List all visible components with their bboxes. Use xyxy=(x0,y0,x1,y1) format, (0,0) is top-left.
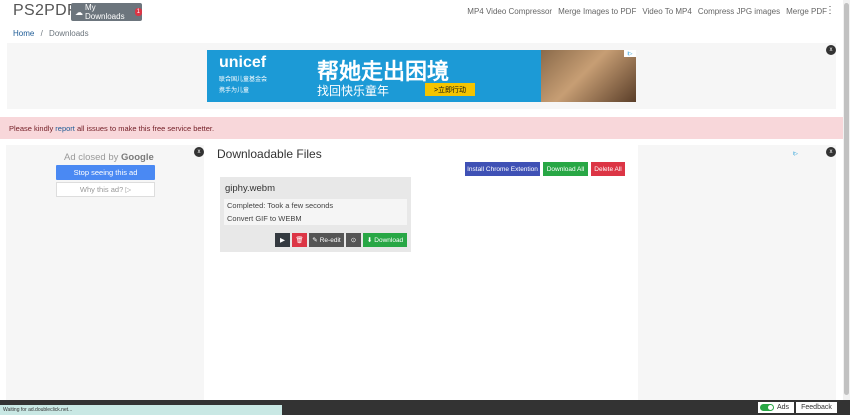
cloud-download-icon: ☁ xyxy=(75,7,83,17)
breadcrumb-current: Downloads xyxy=(49,29,89,38)
right-adchoices-icon[interactable]: i▷ xyxy=(793,151,798,157)
ad-child-photo xyxy=(541,50,636,102)
ads-label: Ads xyxy=(777,404,790,411)
download-label: Download xyxy=(374,236,404,244)
breadcrumb-home[interactable]: Home xyxy=(13,29,34,38)
trash-icon: 🗑 xyxy=(295,237,304,244)
nav-link-merge-images[interactable]: Merge Images to PDF xyxy=(558,7,636,16)
brand-logo[interactable]: PS2PDF xyxy=(13,2,77,20)
downloads-count-badge: 1 xyxy=(134,8,142,16)
kebab-menu-icon[interactable]: ⋮ xyxy=(825,5,835,16)
right-ad-close-button[interactable]: x xyxy=(826,147,836,157)
adchoices-icon[interactable]: i▷ xyxy=(624,50,636,57)
stop-seeing-ad-button[interactable]: Stop seeing this ad xyxy=(56,165,155,180)
nav-link-mp4-compressor[interactable]: MP4 Video Compressor xyxy=(467,7,552,16)
page-title: Downloadable Files xyxy=(217,147,322,161)
file-card: giphy.webm Completed: Took a few seconds… xyxy=(220,177,411,252)
feedback-button[interactable]: Feedback xyxy=(796,402,837,413)
unicef-banner-ad[interactable]: unicef 联合国儿童基金会 携手为儿童 帮她走出困境 找回快乐童年 >立即行… xyxy=(207,50,636,102)
why-this-ad-button[interactable]: Why this ad? ▷ xyxy=(56,182,155,197)
unicef-logo: unicef xyxy=(219,54,267,71)
preview-button[interactable]: ⊙ xyxy=(346,233,361,247)
file-operation: Convert GIF to WEBM xyxy=(224,212,407,225)
play-icon: ▶ xyxy=(280,237,285,244)
delete-all-button[interactable]: Delete All xyxy=(591,162,625,176)
alert-text-before: Please kindly xyxy=(9,124,56,133)
ad-closed-text: Ad closed by Google xyxy=(64,152,154,163)
my-downloads-button[interactable]: ☁ My Downloads 1 xyxy=(71,3,142,21)
toggle-switch-icon xyxy=(760,404,774,411)
install-chrome-extension-button[interactable]: Install Chrome Extention xyxy=(465,162,540,176)
report-link[interactable]: report xyxy=(55,124,75,133)
reedit-label: Re-edit xyxy=(319,236,341,244)
nav-link-merge-pdf[interactable]: Merge PDF xyxy=(786,7,827,16)
download-all-button[interactable]: Download All xyxy=(543,162,588,176)
ads-toggle[interactable]: Ads xyxy=(758,402,794,413)
download-file-button[interactable]: ⬇ Download xyxy=(363,233,407,247)
delete-file-button[interactable]: 🗑 xyxy=(292,233,307,247)
google-logo: Google xyxy=(121,152,154,163)
report-alert: Please kindly report all issues to make … xyxy=(0,117,843,139)
alert-text-after: all issues to make this free service bet… xyxy=(74,124,215,133)
right-ad-container xyxy=(638,145,836,400)
breadcrumb-separator: / xyxy=(40,29,43,38)
nav-link-compress-jpg[interactable]: Compress JPG images xyxy=(698,7,780,16)
ad-cta-button[interactable]: >立即行动 xyxy=(425,83,475,96)
file-name: giphy.webm xyxy=(225,183,275,194)
ad-closed-label: Ad closed by xyxy=(64,152,119,163)
file-status: Completed: Took a few seconds xyxy=(224,199,407,212)
download-icon: ⬇ xyxy=(366,237,373,244)
nav-link-video-to-mp4[interactable]: Video To MP4 xyxy=(642,7,692,16)
loading-status: Waiting for ad.doubleclick.net... xyxy=(0,405,282,415)
unicef-subtitle: 联合国儿童基金会 xyxy=(219,77,268,83)
scrollbar-thumb[interactable] xyxy=(844,3,849,395)
left-ad-close-button[interactable]: x xyxy=(194,147,204,157)
pencil-icon: ✎ xyxy=(312,237,318,244)
navbar: PS2PDF ☁ My Downloads 1 MP4 Video Compre… xyxy=(0,0,843,24)
ad-subline: 找回快乐童年 xyxy=(317,84,390,98)
top-ad-close-button[interactable]: x xyxy=(826,45,836,55)
reedit-button[interactable]: ✎ Re-edit xyxy=(309,233,344,247)
breadcrumb: Home / Downloads xyxy=(13,29,89,38)
my-downloads-label: My Downloads xyxy=(85,3,125,21)
play-button[interactable]: ▶ xyxy=(275,233,290,247)
unicef-tagline: 携手为儿童 xyxy=(219,88,250,94)
eye-icon: ⊙ xyxy=(350,237,357,244)
nav-links: MP4 Video Compressor Merge Images to PDF… xyxy=(467,7,827,16)
